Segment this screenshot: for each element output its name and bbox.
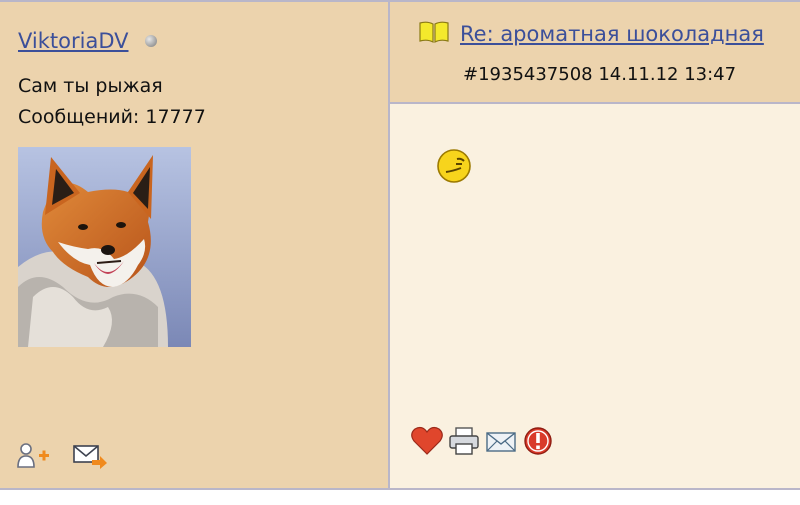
- report-icon[interactable]: [521, 426, 555, 455]
- author-avatar: [18, 147, 191, 347]
- email-icon[interactable]: [484, 426, 518, 454]
- author-name-link[interactable]: ViktoriaDV: [18, 29, 129, 53]
- post-title-link[interactable]: Re: ароматная шоколадная: [460, 22, 764, 46]
- print-icon[interactable]: [447, 426, 481, 455]
- author-name-row: ViktoriaDV: [18, 29, 157, 53]
- author-status-text: Сам ты рыжая: [18, 75, 163, 97]
- post-meta: #1935437508 14.11.12 13:47: [463, 64, 737, 85]
- post-actions: [410, 426, 555, 455]
- post-body: [390, 104, 800, 488]
- fox-avatar-image: [18, 147, 191, 347]
- open-book-icon: [418, 20, 450, 48]
- author-panel: ViktoriaDV Сам ты рыжая Сообщений: 17777: [0, 2, 390, 488]
- post-header: Re: ароматная шоколадная #1935437508 14.…: [390, 2, 800, 104]
- like-heart-icon[interactable]: [410, 426, 444, 455]
- post-title-row: Re: ароматная шоколадная: [418, 20, 764, 48]
- smiley-icon: [435, 147, 473, 189]
- author-actions: [16, 442, 108, 470]
- send-message-icon[interactable]: [72, 442, 108, 470]
- offline-status-icon: [144, 35, 157, 47]
- add-friend-icon[interactable]: [16, 442, 52, 470]
- author-post-count: Сообщений: 17777: [18, 106, 206, 128]
